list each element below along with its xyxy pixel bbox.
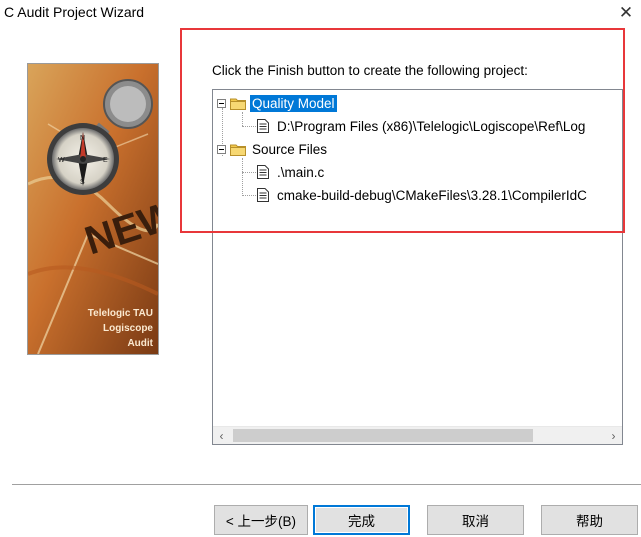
- close-button[interactable]: ✕: [611, 0, 641, 26]
- cancel-button[interactable]: 取消: [427, 505, 524, 535]
- tree-node-compiler-id[interactable]: cmake-build-debug\CMakeFiles\3.28.1\Comp…: [257, 185, 589, 205]
- file-icon: [257, 188, 269, 202]
- file-icon: [257, 119, 269, 133]
- tree-node-main-c[interactable]: .\main.c: [257, 162, 326, 182]
- tree-content: Quality Model D:\Program Files (x86)\Tel…: [213, 90, 622, 427]
- scroll-left-button[interactable]: ‹: [213, 427, 230, 444]
- button-separator: [12, 484, 641, 486]
- map-compass-illustration: NEW N E S W Telelogic TAU Logiscope Audi…: [28, 64, 158, 354]
- folder-icon: [230, 144, 246, 156]
- compass-n: N: [80, 135, 85, 142]
- project-tree[interactable]: Quality Model D:\Program Files (x86)\Tel…: [212, 89, 623, 445]
- scroll-right-button[interactable]: ›: [605, 427, 622, 444]
- tree-label-quality-model-file[interactable]: D:\Program Files (x86)\Telelogic\Logisco…: [275, 118, 587, 135]
- compass-e: E: [103, 157, 108, 164]
- caption-line-2: Logiscope: [103, 323, 153, 334]
- folder-icon: [230, 98, 246, 110]
- finish-button[interactable]: 完成: [313, 505, 410, 535]
- tree-label-quality-model[interactable]: Quality Model: [250, 94, 337, 112]
- tree-node-source-files[interactable]: Source Files: [217, 139, 329, 159]
- intro-text: Click the Finish button to create the fo…: [212, 63, 528, 78]
- tree-label-compiler-id[interactable]: cmake-build-debug\CMakeFiles\3.28.1\Comp…: [275, 187, 589, 204]
- close-icon: ✕: [618, 3, 634, 22]
- caption-line-1: Telelogic TAU: [88, 308, 153, 319]
- compass-s: S: [80, 179, 85, 186]
- caption-line-3: Audit: [127, 338, 153, 349]
- compass-w: W: [58, 157, 65, 164]
- file-icon: [257, 165, 269, 179]
- collapse-icon[interactable]: [217, 98, 226, 108]
- scrollbar-thumb[interactable]: [233, 429, 533, 442]
- wizard-side-image: NEW N E S W Telelogic TAU Logiscope Audi…: [27, 63, 159, 355]
- tree-label-source-files[interactable]: Source Files: [250, 141, 329, 158]
- collapse-icon[interactable]: [217, 144, 226, 154]
- chevron-left-icon: ‹: [219, 428, 224, 443]
- help-button[interactable]: 帮助: [541, 505, 638, 535]
- title-bar: C Audit Project Wizard ✕: [0, 0, 641, 26]
- back-button[interactable]: < 上一步(B): [214, 505, 308, 535]
- window-title: C Audit Project Wizard: [4, 4, 145, 20]
- tree-node-quality-model[interactable]: Quality Model: [217, 93, 337, 113]
- tree-label-main-c[interactable]: .\main.c: [275, 164, 326, 181]
- horizontal-scrollbar[interactable]: ‹ ›: [213, 426, 622, 444]
- chevron-right-icon: ›: [611, 428, 616, 443]
- tree-node-quality-model-path[interactable]: D:\Program Files (x86)\Telelogic\Logisco…: [257, 116, 587, 136]
